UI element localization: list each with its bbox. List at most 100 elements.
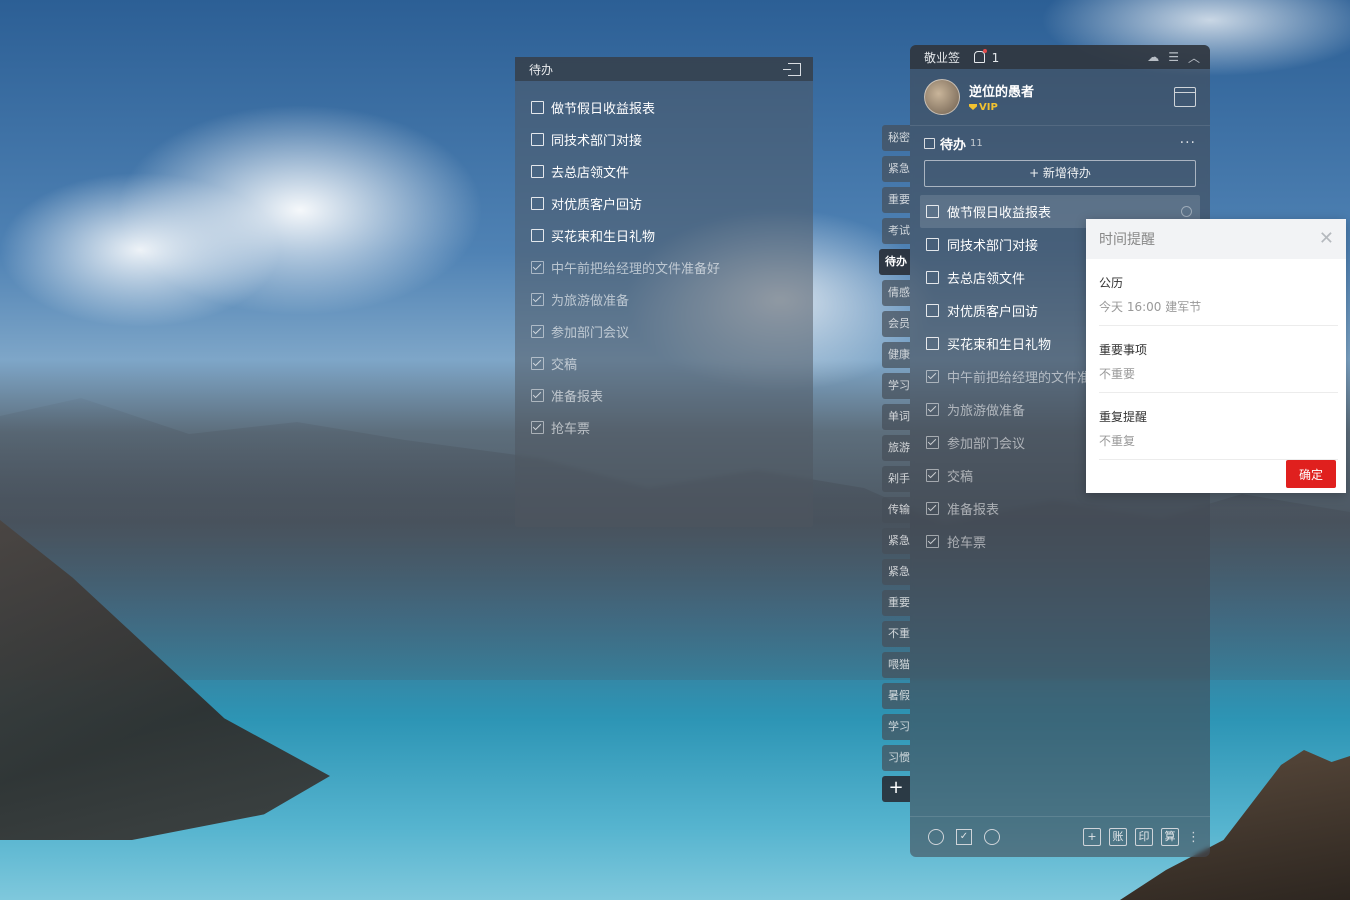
add-category-button[interactable]: + <box>882 776 910 802</box>
todo-item[interactable]: 为旅游做准备 <box>531 283 813 315</box>
more-icon[interactable]: ··· <box>1180 135 1196 151</box>
clock-icon[interactable] <box>928 829 944 845</box>
category-tabs: 秘密 紧急 重要 考试 待办 倩感 会员 健康 学习 单词 旅游 剁手 传输 紧急 紧急 重要 不重 喂猫 暑假 学习… <box>879 125 910 802</box>
category-tab[interactable]: 学习 <box>882 714 910 740</box>
checked-checkbox[interactable] <box>531 420 544 434</box>
todo-item[interactable]: 参加部门会议 <box>531 315 813 347</box>
checkbox[interactable] <box>531 132 544 146</box>
category-tab[interactable]: 考试 <box>882 218 910 244</box>
checkbox[interactable] <box>926 238 939 251</box>
checked-checkbox[interactable] <box>926 502 939 515</box>
tool-button[interactable]: + <box>1083 828 1101 846</box>
todo-item[interactable]: 准备报表 <box>910 492 1210 525</box>
todo-item[interactable]: 抢车票 <box>531 411 813 443</box>
category-tab[interactable]: 习惯 <box>882 745 910 771</box>
todo-label: 对优质客户回访 <box>551 197 643 213</box>
todo-box-icon[interactable]: ✓ <box>956 829 972 845</box>
todo-label: 中午前把给经理的文件准备好 <box>551 261 721 277</box>
todo-item[interactable]: 抢车票 <box>910 525 1210 558</box>
repeat-setting[interactable]: 重复提醒 不重复 <box>1099 393 1338 460</box>
todo-label: 交稿 <box>947 470 974 485</box>
tool-button[interactable]: 印 <box>1135 828 1153 846</box>
checkbox[interactable] <box>531 228 544 242</box>
checked-checkbox[interactable] <box>926 403 939 416</box>
category-tab[interactable]: 健康 <box>882 342 910 368</box>
cloud-sync-icon[interactable]: ☁ <box>1147 50 1159 64</box>
todo-item[interactable]: 同技术部门对接 <box>531 123 813 155</box>
checked-checkbox[interactable] <box>926 469 939 482</box>
checked-checkbox[interactable] <box>531 292 544 306</box>
todo-label: 买花束和生日礼物 <box>551 229 656 245</box>
more-vertical-icon[interactable]: ⋮ <box>1187 830 1200 845</box>
tool-button[interactable]: 算 <box>1161 828 1179 846</box>
calendar-icon[interactable] <box>1174 87 1196 107</box>
checked-checkbox[interactable] <box>531 388 544 402</box>
todo-item[interactable]: 准备报表 <box>531 379 813 411</box>
desktop-note-todo[interactable]: 待办 做节假日收益报表同技术部门对接去总店领文件对优质客户回访 买花束和生日礼物中… <box>515 57 813 527</box>
bottom-tools: + 账印算 ⋮ <box>1075 828 1200 846</box>
category-tab[interactable]: 暑假 <box>882 683 910 709</box>
section-title: 待办 <box>940 137 967 153</box>
todo-item[interactable]: 买花束和生日礼物 <box>531 219 813 251</box>
app-title: 敬业签 <box>924 50 961 65</box>
confirm-button[interactable]: 确定 <box>1286 460 1336 488</box>
todo-label: 为旅游做准备 <box>947 404 1026 419</box>
avatar[interactable] <box>924 79 960 115</box>
menu-icon[interactable]: ☰ <box>1168 50 1179 64</box>
note-header[interactable]: 待办 <box>515 57 813 81</box>
category-tab[interactable]: 重要 <box>882 187 910 213</box>
close-icon[interactable]: ✕ <box>1319 230 1334 248</box>
category-tab[interactable]: 剁手 <box>882 466 910 492</box>
category-tab[interactable]: 紧急 <box>882 528 910 554</box>
checkbox[interactable] <box>926 337 939 350</box>
tool-button[interactable]: 账 <box>1109 828 1127 846</box>
todo-label: 准备报表 <box>551 389 604 405</box>
importance-setting[interactable]: 重要事项 不重要 <box>1099 326 1338 393</box>
collapse-icon[interactable]: ︿ <box>1188 49 1200 66</box>
checked-checkbox[interactable] <box>531 356 544 370</box>
category-tab[interactable]: 学习 <box>882 373 910 399</box>
category-tab[interactable]: 单词 <box>882 404 910 430</box>
add-todo-button[interactable]: + 新增待办 <box>924 160 1196 187</box>
category-tab[interactable]: 重要 <box>882 590 910 616</box>
checked-checkbox[interactable] <box>926 535 939 548</box>
checkbox[interactable] <box>531 100 544 114</box>
category-tab[interactable]: 紧急 <box>882 559 910 585</box>
checked-checkbox[interactable] <box>926 370 939 383</box>
popup-header: 时间提醒 ✕ <box>1086 219 1346 259</box>
category-tab[interactable]: 秘密 <box>882 125 910 151</box>
user-row: 逆位的愚者 VIP <box>910 69 1210 126</box>
category-tab[interactable]: 不重 <box>882 621 910 647</box>
checked-checkbox[interactable] <box>926 436 939 449</box>
category-tab[interactable]: 喂猫 <box>882 652 910 678</box>
checkbox[interactable] <box>926 304 939 317</box>
checkbox[interactable] <box>926 271 939 284</box>
checked-checkbox[interactable] <box>531 324 544 338</box>
todo-item[interactable]: 去总店领文件 <box>531 155 813 187</box>
todo-label: 准备报表 <box>947 503 1000 518</box>
category-tab[interactable]: 旅游 <box>882 435 910 461</box>
todo-item[interactable]: 交稿 <box>531 347 813 379</box>
category-tab[interactable]: 会员 <box>882 311 910 337</box>
todo-item[interactable]: 中午前把给经理的文件准备好 <box>531 251 813 283</box>
title-bar[interactable]: 敬业签 1 ☁ ☰ ︿ <box>910 45 1210 69</box>
category-tab[interactable]: 紧急 <box>882 156 910 182</box>
checkbox[interactable] <box>531 196 544 210</box>
checkbox[interactable] <box>926 205 939 218</box>
reminder-clock-icon[interactable] <box>1181 206 1192 217</box>
todo-label: 同技术部门对接 <box>551 133 643 149</box>
calendar-label: 公历 <box>1099 276 1124 290</box>
category-tab[interactable]: 待办 <box>879 249 910 275</box>
checkbox[interactable] <box>531 164 544 178</box>
bell-icon[interactable] <box>973 48 987 63</box>
todo-item[interactable]: 对优质客户回访 <box>531 187 813 219</box>
calendar-setting[interactable]: 公历 今天 16:00 建军节 <box>1099 259 1338 326</box>
category-tab[interactable]: 传输 <box>882 497 910 523</box>
todo-item[interactable]: 做节假日收益报表 <box>531 91 813 123</box>
section-count: 11 <box>970 137 983 149</box>
category-tab[interactable]: 倩感 <box>882 280 910 306</box>
search-icon[interactable] <box>984 829 1000 845</box>
checked-checkbox[interactable] <box>531 260 544 274</box>
todo-label: 参加部门会议 <box>551 325 630 341</box>
exit-icon[interactable] <box>783 62 801 76</box>
